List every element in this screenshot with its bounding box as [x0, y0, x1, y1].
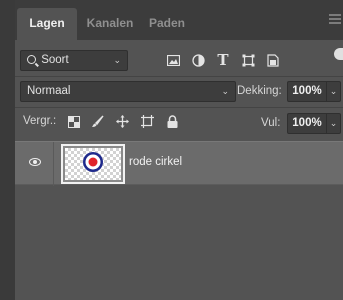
opacity-input[interactable]: 100%: [287, 81, 327, 102]
fill-input[interactable]: 100%: [287, 113, 327, 134]
fill-label: Vul:: [261, 117, 281, 129]
divider: [53, 142, 54, 186]
panel-menu-icon[interactable]: [329, 14, 341, 24]
type-filter-icon[interactable]: T: [216, 51, 230, 69]
blend-mode-select[interactable]: Normaal ⌄: [20, 81, 236, 102]
opacity-dropdown-chevron-icon[interactable]: ⌄: [327, 81, 341, 102]
eye-icon[interactable]: [29, 158, 41, 166]
chevron-down-icon: ⌄: [221, 86, 229, 96]
lock-position-icon[interactable]: [116, 115, 129, 128]
smart-object-filter-icon[interactable]: [266, 53, 280, 67]
layers-panel: Lagen Kanalen Paden Soort ⌄ T Normaal ⌄ …: [15, 0, 343, 300]
divider: [15, 76, 343, 77]
fill-dropdown-chevron-icon[interactable]: ⌄: [327, 113, 341, 134]
target-circle-graphic: [83, 152, 103, 172]
tab-lagen[interactable]: Lagen: [17, 8, 77, 40]
filter-kind-select[interactable]: Soort ⌄: [20, 50, 128, 71]
tab-kanalen[interactable]: Kanalen: [79, 8, 141, 40]
lock-all-icon[interactable]: [166, 115, 179, 128]
layer-thumbnail[interactable]: [61, 144, 125, 184]
layer-name[interactable]: rode cirkel: [129, 156, 182, 168]
lock-artboard-icon[interactable]: [141, 115, 154, 128]
filter-kind-label: Soort: [41, 54, 69, 66]
blend-mode-value: Normaal: [27, 85, 71, 97]
lock-label: Vergr.:: [23, 115, 57, 127]
divider: [15, 107, 343, 108]
panel-tab-bar: Lagen Kanalen Paden: [15, 0, 343, 40]
layer-row[interactable]: rode cirkel: [15, 141, 343, 186]
opacity-label: Dekking:: [237, 85, 282, 97]
lock-image-pixels-icon[interactable]: [91, 115, 104, 128]
lock-transparent-pixels-icon[interactable]: [67, 115, 80, 128]
image-filter-icon[interactable]: [166, 53, 180, 67]
filter-toggle-switch[interactable]: [334, 48, 343, 60]
chevron-down-icon: ⌄: [113, 55, 121, 65]
adjustment-filter-icon[interactable]: [191, 53, 205, 67]
shape-filter-icon[interactable]: [241, 53, 255, 67]
search-icon: [27, 55, 36, 64]
tab-paden[interactable]: Paden: [143, 8, 191, 40]
transparency-checkerboard: [65, 148, 121, 180]
